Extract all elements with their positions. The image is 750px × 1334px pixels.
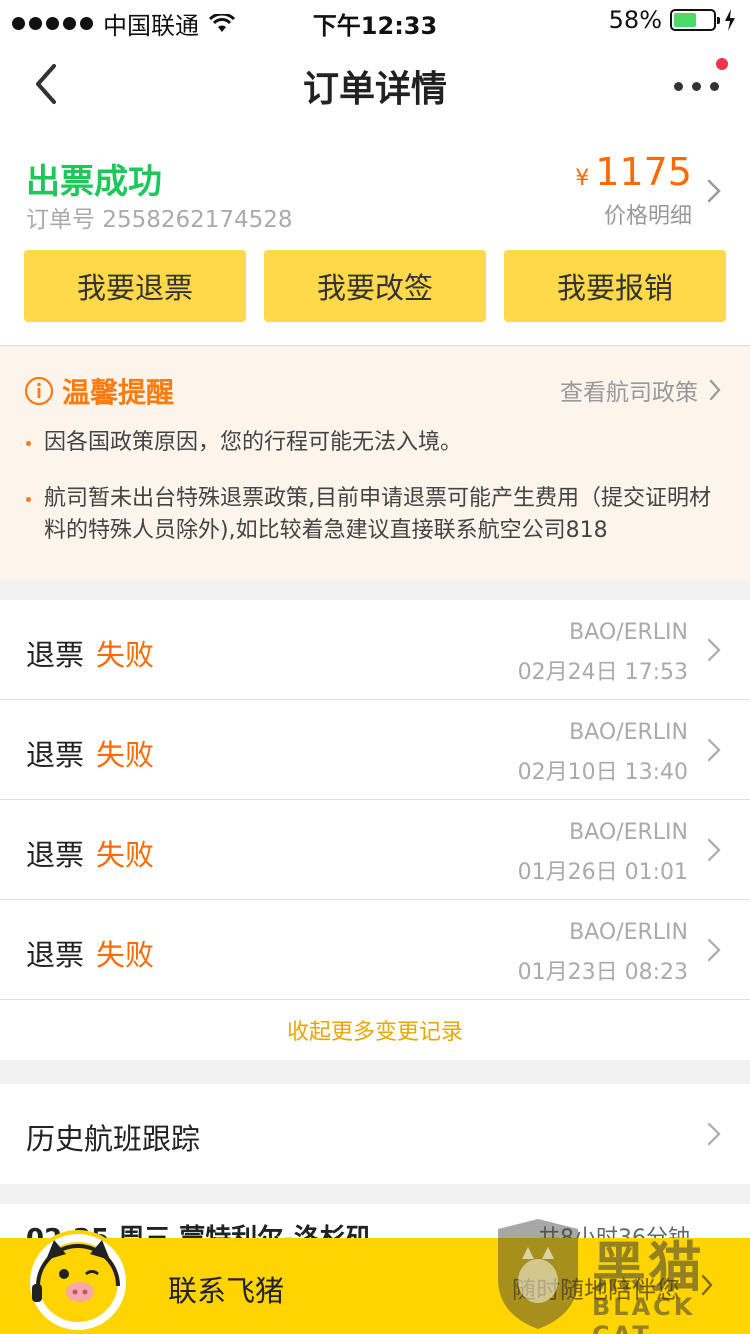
change-ticket-button[interactable]: 我要改签 [264, 250, 486, 322]
bullet-icon [26, 497, 31, 502]
record-status: 失败 [96, 938, 155, 972]
contact-fliggy-bar[interactable]: 联系飞猪 随时随地陪伴您 [0, 1230, 750, 1334]
record-status: 失败 [96, 738, 155, 772]
chevron-right-icon [707, 938, 721, 962]
contact-label: 联系飞猪 [168, 1274, 285, 1308]
battery-icon [670, 9, 720, 31]
record-row[interactable]: 退票 失败 BAO/ERLIN 02月10日 13:40 [0, 700, 750, 800]
notice-item: 因各国政策原因，您的行程可能无法入境。 [26, 427, 716, 459]
reimburse-button[interactable]: 我要报销 [504, 250, 726, 322]
currency-symbol: ¥ [575, 166, 590, 191]
more-button[interactable] [672, 58, 728, 102]
record-status: 失败 [96, 638, 155, 672]
order-price[interactable]: ¥1175 [575, 150, 692, 194]
notification-dot [716, 58, 728, 70]
more-dot [692, 82, 701, 91]
record-time: 02月24日 17:53 [517, 660, 688, 685]
nav-bar: 订单详情 [0, 40, 750, 128]
collapse-records-link[interactable]: 收起更多变更记录 [0, 1014, 750, 1046]
record-type: 退票 [26, 838, 85, 872]
charging-icon [725, 9, 735, 31]
chevron-right-icon[interactable] [704, 178, 724, 204]
policy-link-label: 查看航司政策 [560, 380, 698, 406]
chevron-right-icon [707, 638, 721, 662]
contact-slogan: 随时随地陪伴您 [512, 1276, 680, 1304]
passenger-name: BAO/ERLIN [569, 720, 688, 745]
order-summary: 出票成功 订单号 2558262174528 ¥1175 价格明细 我要退票 我… [0, 128, 750, 346]
chevron-right-icon [707, 738, 721, 762]
order-actions: 我要退票 我要改签 我要报销 [24, 250, 726, 322]
notice-item-text: 航司暂未出台特殊退票政策,目前申请退票可能产生费用（提交证明材料的特殊人员除外)… [44, 486, 711, 543]
order-status: 出票成功 [26, 162, 162, 202]
notice-item-text: 因各国政策原因，您的行程可能无法入境。 [44, 430, 463, 455]
price-detail-link[interactable]: 价格明细 [604, 198, 692, 230]
pig-mascot-icon [26, 1230, 130, 1334]
record-row[interactable]: 退票 失败 BAO/ERLIN 01月26日 01:01 [0, 800, 750, 900]
passenger-name: BAO/ERLIN [569, 920, 688, 945]
notice-item: 航司暂未出台特殊退票政策,目前申请退票可能产生费用（提交证明材料的特殊人员除外)… [26, 483, 716, 547]
chevron-right-icon [707, 838, 721, 862]
more-dot [710, 82, 719, 91]
refund-button[interactable]: 我要退票 [24, 250, 246, 322]
change-records: 退票 失败 BAO/ERLIN 02月24日 17:53 退票 失败 BAO/E… [0, 600, 750, 1060]
info-icon [24, 376, 54, 406]
more-dots-icon [674, 82, 683, 91]
record-row[interactable]: 退票 失败 BAO/ERLIN 02月24日 17:53 [0, 600, 750, 700]
record-type: 退票 [26, 738, 85, 772]
record-row[interactable]: 退票 失败 BAO/ERLIN 01月23日 08:23 [0, 900, 750, 1000]
record-time: 01月26日 01:01 [517, 860, 688, 885]
passenger-name: BAO/ERLIN [569, 620, 688, 645]
order-number: 订单号 2558262174528 [26, 207, 293, 233]
price-amount: 1175 [595, 150, 692, 194]
passenger-name: BAO/ERLIN [569, 820, 688, 845]
battery-percent: 58% [608, 6, 662, 34]
notice-title: 温馨提醒 [62, 376, 175, 409]
notice-header: 温馨提醒 [24, 371, 174, 411]
bullet-icon [26, 441, 31, 446]
chevron-right-icon [707, 1122, 721, 1146]
airline-policy-link[interactable]: 查看航司政策 [560, 373, 722, 407]
record-type: 退票 [26, 638, 85, 672]
chevron-right-icon [701, 1274, 713, 1296]
record-time: 02月10日 13:40 [517, 760, 688, 785]
chevron-right-icon [709, 379, 721, 401]
record-status: 失败 [96, 838, 155, 872]
history-label: 历史航班跟踪 [26, 1122, 201, 1156]
history-flight-tracking[interactable]: 历史航班跟踪 [0, 1084, 750, 1184]
record-type: 退票 [26, 938, 85, 972]
status-right: 58% [609, 6, 736, 34]
record-time: 01月23日 08:23 [517, 960, 688, 985]
status-bar: 中国联通 下午12:33 58% [0, 0, 750, 40]
warm-reminder: 温馨提醒 查看航司政策 因各国政策原因，您的行程可能无法入境。 航司暂未出台特殊… [0, 347, 750, 580]
page-title: 订单详情 [302, 69, 447, 110]
